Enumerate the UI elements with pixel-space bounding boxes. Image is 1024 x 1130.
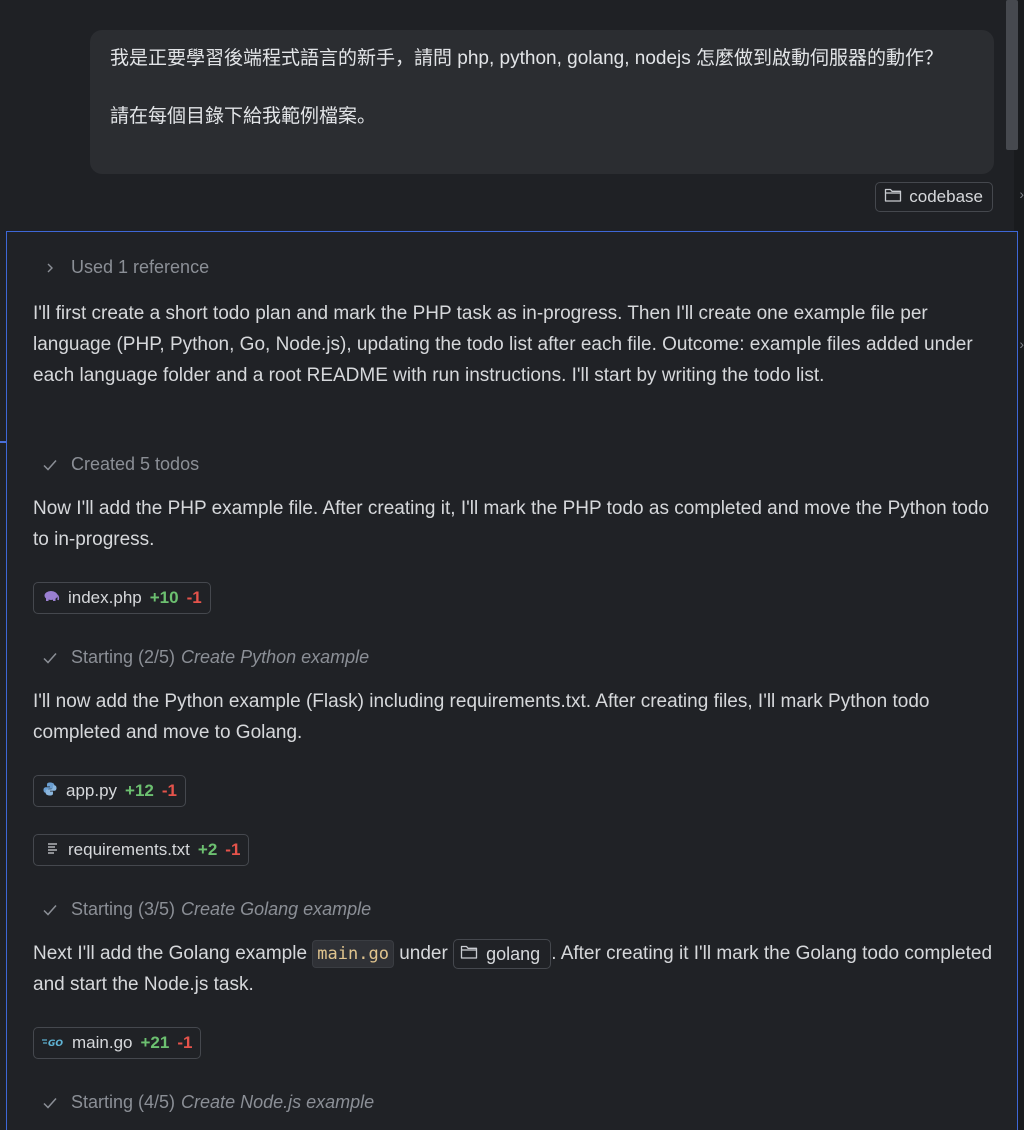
used-reference-toggle[interactable]: Used 1 reference [41, 257, 209, 278]
chevron-right-icon[interactable]: › [1019, 186, 1024, 202]
file-chip-requirements-txt[interactable]: requirements.txt +2 -1 [33, 834, 250, 866]
intro-paragraph: I'll first create a short todo plan and … [33, 303, 973, 386]
file-name: app.py [66, 781, 118, 800]
inline-code-main-go: main.go [312, 940, 394, 968]
scrollbar-thumb[interactable] [1006, 0, 1018, 150]
text-file-icon [46, 840, 60, 860]
step-2-status[interactable]: Starting (2/5) Create Python example [41, 647, 369, 668]
python-paragraph: I'll now add the Python example (Flask) … [33, 691, 930, 743]
lines-removed: -1 [225, 840, 241, 859]
golang-paragraph: Next I'll add the Golang example main.go… [33, 938, 993, 1000]
step-prefix: Starting (2/5) [71, 647, 176, 667]
python-icon [42, 781, 58, 802]
created-todos-label: Created 5 todos [71, 454, 200, 474]
go-gopher-icon: GO [42, 1033, 64, 1053]
chevron-right-icon [41, 261, 59, 275]
file-name: index.php [68, 588, 142, 607]
file-chip-app-py[interactable]: app.py +12 -1 [33, 775, 187, 807]
file-chip-main-go[interactable]: GO main.go +21 -1 [33, 1027, 202, 1059]
php-elephant-icon [42, 588, 60, 608]
user-message: 我是正要學習後端程式語言的新手，請問 php, python, golang, … [90, 30, 994, 174]
lines-removed: -1 [186, 588, 202, 607]
step-task: Create Python example [181, 647, 370, 667]
assistant-response: Used 1 reference I'll first create a sho… [6, 231, 1018, 1130]
lines-removed: -1 [161, 781, 178, 800]
check-icon [41, 651, 59, 665]
file-chip-index-php[interactable]: index.php +10 -1 [33, 582, 211, 614]
svg-text:GO: GO [48, 1039, 63, 1048]
created-todos-status[interactable]: Created 5 todos [41, 454, 199, 475]
php-paragraph: Now I'll add the PHP example file. After… [33, 498, 990, 550]
folder-icon [460, 940, 478, 968]
reference-chip-label: codebase [909, 187, 983, 206]
step-3-status[interactable]: Starting (3/5) Create Golang example [41, 899, 371, 920]
folder-label: golang [486, 943, 541, 964]
check-icon [41, 903, 59, 917]
lines-added: +21 [140, 1033, 170, 1052]
step-prefix: Starting (4/5) [71, 1092, 176, 1112]
lines-added: +10 [149, 588, 179, 607]
step-task: Create Node.js example [181, 1092, 375, 1112]
file-name: main.go [72, 1033, 133, 1052]
lines-added: +12 [125, 781, 154, 800]
golang-text: Next I'll add the Golang example [33, 943, 308, 964]
chat-view: › › 我是正要學習後端程式語言的新手，請問 php, python, gola… [0, 0, 1024, 1130]
lines-added: +2 [197, 840, 218, 859]
codebase-reference-chip[interactable]: codebase [875, 182, 993, 212]
lines-removed: -1 [177, 1033, 193, 1052]
step-prefix: Starting (3/5) [71, 899, 176, 919]
chevron-right-icon[interactable]: › [1019, 336, 1024, 352]
golang-folder-chip[interactable]: golang [453, 938, 552, 969]
file-name: requirements.txt [68, 840, 190, 859]
check-icon [41, 1096, 59, 1110]
check-icon [41, 458, 59, 472]
folder-icon [884, 187, 902, 208]
step-task: Create Golang example [181, 899, 372, 919]
golang-text: under [399, 943, 448, 964]
step-4-status[interactable]: Starting (4/5) Create Node.js example [41, 1092, 374, 1113]
used-reference-label: Used 1 reference [71, 257, 210, 277]
user-message-line: 我是正要學習後端程式語言的新手，請問 php, python, golang, … [110, 48, 944, 69]
user-message-line: 請在每個目錄下給我範例檔案。 [110, 106, 377, 127]
